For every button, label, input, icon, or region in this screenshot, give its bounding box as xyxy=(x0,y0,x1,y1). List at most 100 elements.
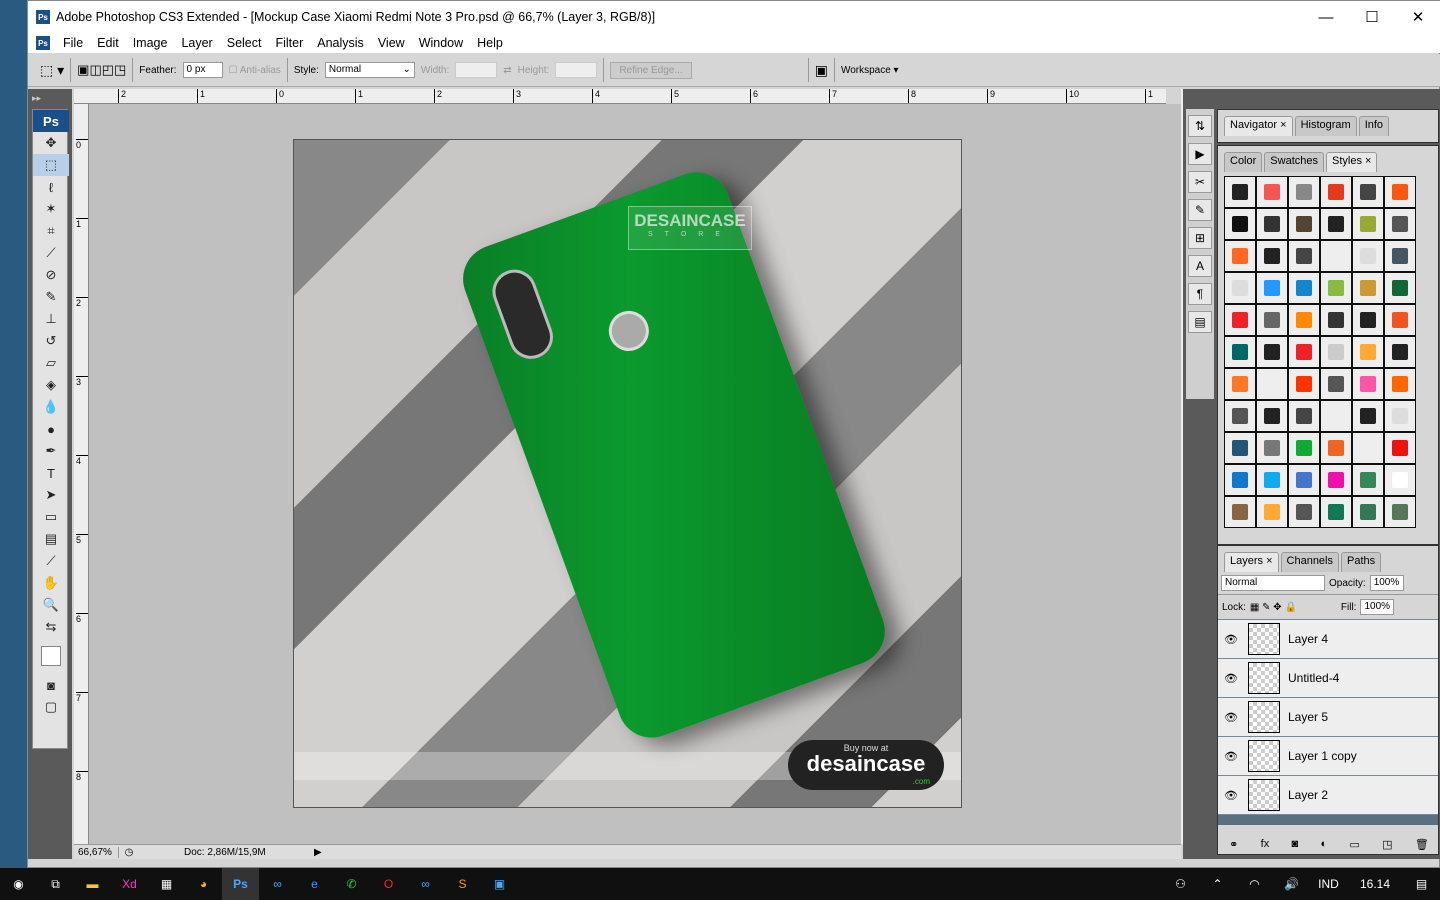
type-tool-icon[interactable]: T xyxy=(33,462,69,484)
style-swatch[interactable] xyxy=(1288,464,1320,496)
tool-presets-icon[interactable]: ✂ xyxy=(1188,171,1212,193)
tab-info[interactable]: Info xyxy=(1358,116,1390,136)
style-swatch[interactable] xyxy=(1256,240,1288,272)
style-swatch[interactable] xyxy=(1288,432,1320,464)
task-view-icon[interactable]: ⧉ xyxy=(37,868,74,900)
blur-tool-icon[interactable]: 💧 xyxy=(33,396,69,418)
style-swatch[interactable] xyxy=(1224,272,1256,304)
style-swatch[interactable] xyxy=(1352,400,1384,432)
magic-wand-tool-icon[interactable]: ✶ xyxy=(33,198,69,220)
layer-row[interactable]: 👁 Layer 1 copy xyxy=(1218,737,1438,776)
style-swatch[interactable] xyxy=(1288,496,1320,528)
style-swatch[interactable] xyxy=(1288,400,1320,432)
notification-icon[interactable]: ▤ xyxy=(1403,868,1440,900)
style-swatch[interactable] xyxy=(1224,400,1256,432)
move-tool-icon[interactable]: ✥ xyxy=(33,132,69,154)
clock[interactable]: 16.14 xyxy=(1347,868,1403,900)
zoom-level[interactable]: 66,67% xyxy=(74,846,119,858)
remote-desktop-icon[interactable]: ▣ xyxy=(481,868,518,900)
marquee-preset-icon[interactable]: ⬚ ▾ xyxy=(40,62,64,79)
style-swatch[interactable] xyxy=(1384,336,1416,368)
minimize-button[interactable]: — xyxy=(1303,1,1349,33)
layer-row[interactable]: 👁 Layer 2 xyxy=(1218,776,1438,815)
style-swatch[interactable] xyxy=(1384,496,1416,528)
style-swatch[interactable] xyxy=(1320,272,1352,304)
style-swatch[interactable] xyxy=(1352,496,1384,528)
style-swatch[interactable] xyxy=(1384,368,1416,400)
style-swatch[interactable] xyxy=(1320,304,1352,336)
eye-icon[interactable]: 👁 xyxy=(1218,789,1244,802)
style-swatch[interactable] xyxy=(1256,208,1288,240)
adjustment-icon[interactable]: ◐ xyxy=(1320,838,1327,850)
new-layer-icon[interactable]: ◳ xyxy=(1382,838,1392,851)
menu-layer[interactable]: Layer xyxy=(174,36,219,50)
people-icon[interactable]: ⚇ xyxy=(1162,868,1199,900)
adobe-xd-icon[interactable]: Xd xyxy=(111,868,148,900)
collapse-icon[interactable]: ▸▸ xyxy=(32,93,41,104)
menu-edit[interactable]: Edit xyxy=(90,36,126,50)
style-swatch[interactable] xyxy=(1352,240,1384,272)
lock-icons[interactable]: ▦ ✎ ✥ 🔒 xyxy=(1250,602,1297,613)
style-swatch[interactable] xyxy=(1288,240,1320,272)
photoshop-taskbar-icon[interactable]: Ps xyxy=(222,868,259,900)
workspace-menu[interactable]: Workspace ▾ xyxy=(841,65,899,76)
style-swatch[interactable] xyxy=(1352,464,1384,496)
style-swatch[interactable] xyxy=(1256,336,1288,368)
fx-icon[interactable]: fx xyxy=(1261,838,1270,850)
show-hidden-icons[interactable]: ⌃ xyxy=(1199,868,1236,900)
style-swatch[interactable] xyxy=(1320,176,1352,208)
swap-colors-icon[interactable]: ⇆ xyxy=(33,616,69,638)
clone-stamp-icon[interactable]: ⊥ xyxy=(33,308,69,330)
style-swatch[interactable] xyxy=(1256,304,1288,336)
sublime-icon[interactable]: S xyxy=(444,868,481,900)
style-swatch[interactable] xyxy=(1352,304,1384,336)
style-swatch[interactable] xyxy=(1320,368,1352,400)
start-icon[interactable]: ◉ xyxy=(0,868,37,900)
lasso-tool-icon[interactable]: ℓ xyxy=(33,176,69,198)
menu-select[interactable]: Select xyxy=(220,36,269,50)
style-swatch[interactable] xyxy=(1256,432,1288,464)
app-icon[interactable]: ∞ xyxy=(259,868,296,900)
folder-icon[interactable]: ▭ xyxy=(1349,838,1359,851)
style-swatch[interactable] xyxy=(1256,464,1288,496)
zoom-tool-icon[interactable]: 🔍 xyxy=(33,594,69,616)
layer-row[interactable]: 👁 Layer 5 xyxy=(1218,698,1438,737)
style-swatch[interactable] xyxy=(1320,464,1352,496)
menu-analysis[interactable]: Analysis xyxy=(310,36,371,50)
file-explorer-icon[interactable]: ▬ xyxy=(74,868,111,900)
style-swatch[interactable] xyxy=(1384,304,1416,336)
document-canvas[interactable]: DESAINCASE STORE Buy now at desaincase .c… xyxy=(293,139,962,808)
style-swatch[interactable] xyxy=(1320,208,1352,240)
eye-icon[interactable]: 👁 xyxy=(1218,633,1244,646)
style-swatch[interactable] xyxy=(1224,304,1256,336)
calculator-icon[interactable]: ▦ xyxy=(148,868,185,900)
menu-help[interactable]: Help xyxy=(470,36,510,50)
status-icon[interactable]: ◷ xyxy=(119,847,139,858)
healing-brush-icon[interactable]: ⊘ xyxy=(33,264,69,286)
style-swatch[interactable] xyxy=(1320,496,1352,528)
style-swatch[interactable] xyxy=(1288,176,1320,208)
crop-tool-icon[interactable]: ⌗ xyxy=(33,220,69,242)
style-swatch[interactable] xyxy=(1224,336,1256,368)
fill-input[interactable]: 100% xyxy=(1360,599,1395,615)
history-icon[interactable]: ⇅ xyxy=(1188,115,1212,137)
style-swatch[interactable] xyxy=(1256,496,1288,528)
app2-icon[interactable]: ∞ xyxy=(407,868,444,900)
style-select[interactable]: Normal ⌄ xyxy=(324,62,415,78)
color-swatches[interactable] xyxy=(33,638,69,674)
bridge-icon[interactable]: ▣ xyxy=(815,62,828,79)
trash-icon[interactable]: 🗑 xyxy=(1415,838,1429,851)
style-swatch[interactable] xyxy=(1224,176,1256,208)
style-swatch[interactable] xyxy=(1352,272,1384,304)
menu-view[interactable]: View xyxy=(371,36,412,50)
antialias-checkbox[interactable]: ☐ Anti-alias xyxy=(229,65,281,76)
style-swatch[interactable] xyxy=(1288,304,1320,336)
menu-file[interactable]: File xyxy=(56,36,90,50)
menu-image[interactable]: Image xyxy=(126,36,175,50)
style-swatch[interactable] xyxy=(1256,400,1288,432)
style-swatch[interactable] xyxy=(1352,176,1384,208)
eye-icon[interactable]: 👁 xyxy=(1218,750,1244,763)
hand-tool-icon[interactable]: ✋ xyxy=(33,572,69,594)
style-swatch[interactable] xyxy=(1320,240,1352,272)
wifi-icon[interactable]: ◠ xyxy=(1236,868,1273,900)
